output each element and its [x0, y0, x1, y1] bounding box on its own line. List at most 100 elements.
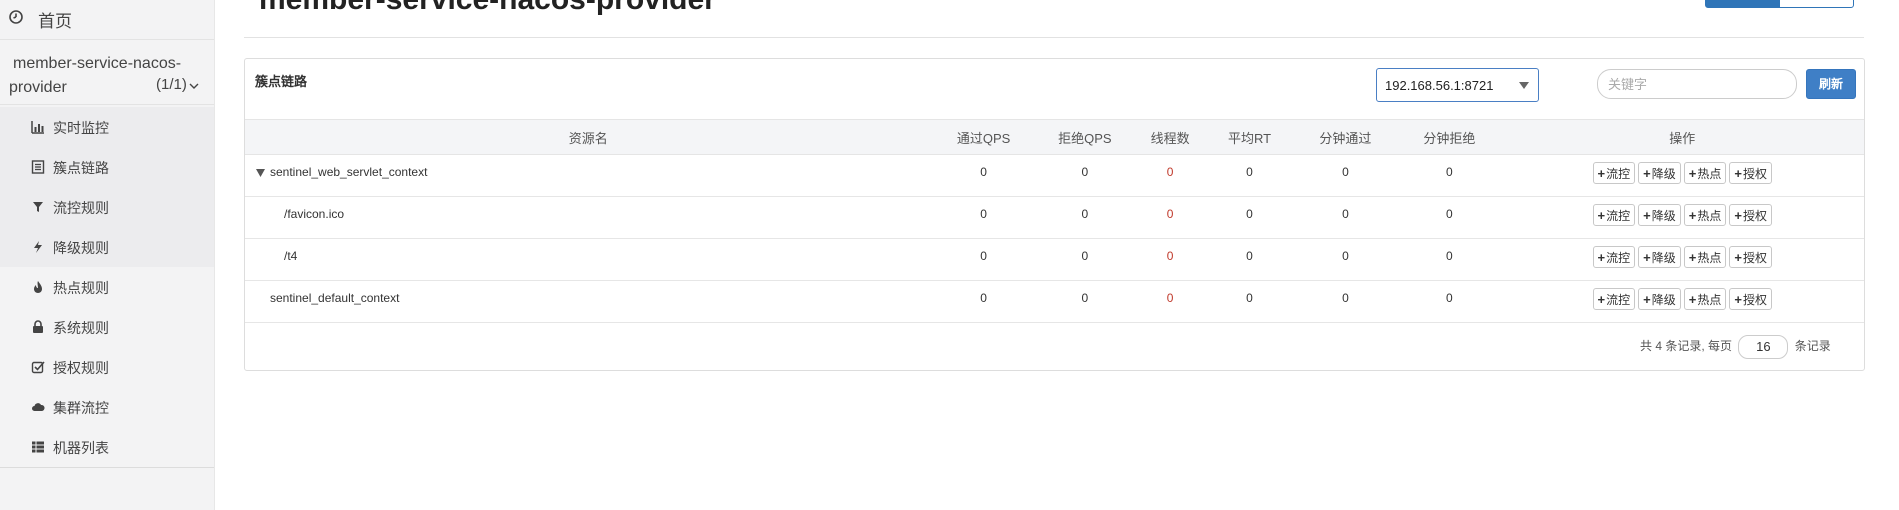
header-button-right[interactable] — [1779, 0, 1854, 8]
page-size-input[interactable]: 16 — [1738, 335, 1789, 359]
header-divider — [244, 37, 1864, 38]
block-qps: 0 — [1081, 291, 1089, 305]
avg-rt: 0 — [1246, 249, 1253, 263]
avg-rt: 0 — [1246, 165, 1253, 179]
plus-icon: + — [1643, 291, 1651, 307]
sidebar-item-label: 热点规则 — [53, 280, 109, 296]
resource-table: 资源名 通过QPS 拒绝QPS 线程数 平均RT 分钟通过 分钟拒绝 操作 se… — [245, 119, 1864, 323]
flow-rule-button[interactable]: + 流控 — [1592, 204, 1636, 226]
flow-rule-button[interactable]: + 流控 — [1592, 162, 1636, 184]
block-qps: 0 — [1081, 165, 1089, 179]
op-label: 授权 — [1742, 292, 1767, 307]
minute-block: 0 — [1446, 207, 1453, 221]
machine-select-value: 192.168.56.1:8721 — [1385, 78, 1494, 93]
minute-pass: 0 — [1342, 165, 1349, 179]
degrade-rule-button[interactable]: + 降级 — [1638, 204, 1681, 226]
hotspot-rule-button[interactable]: + 热点 — [1683, 246, 1727, 268]
fire-icon — [34, 281, 42, 293]
sidebar-item-flow-rules[interactable]: 流控规则 — [0, 187, 214, 227]
sidebar: 首页 member-service-nacos- provider (1/1) … — [0, 0, 215, 510]
tree-collapse-icon[interactable] — [256, 168, 265, 177]
op-label: 流控 — [1606, 166, 1631, 181]
plus-icon: + — [1597, 291, 1606, 307]
sidebar-item-label: 降级规则 — [53, 240, 109, 256]
sidebar-item-home[interactable]: 首页 — [0, 0, 214, 40]
plus-icon: + — [1688, 207, 1697, 223]
sidebar-item-label: 授权规则 — [53, 360, 109, 376]
plus-icon: + — [1688, 165, 1697, 181]
op-label: 降级 — [1651, 208, 1676, 223]
ops-cell: + 流控 + 降级 + 热点 + 授权 — [1501, 239, 1865, 281]
auth-rule-button[interactable]: + 授权 — [1729, 246, 1772, 268]
hotspot-rule-button[interactable]: + 热点 — [1683, 204, 1727, 226]
avg-rt: 0 — [1246, 207, 1253, 221]
resource-name: sentinel_default_context — [270, 291, 400, 305]
op-label: 热点 — [1697, 166, 1722, 181]
column-header: 分钟拒绝 — [1423, 130, 1476, 146]
sidebar-divider — [0, 467, 214, 468]
sidebar-item-label: 流控规则 — [53, 200, 109, 216]
bolt-icon — [34, 241, 42, 253]
op-label: 流控 — [1606, 250, 1631, 265]
op-label: 授权 — [1742, 166, 1767, 181]
machine-select[interactable]: 192.168.56.1:8721 — [1376, 68, 1539, 102]
hotspot-rule-button[interactable]: + 热点 — [1683, 288, 1727, 310]
column-header: 操作 — [1669, 130, 1696, 146]
keyword-search-input[interactable] — [1597, 69, 1797, 99]
thread-count: 0 — [1166, 291, 1174, 305]
sidebar-item-realtime[interactable]: 实时监控 — [0, 107, 214, 147]
ops-group: + 流控 + 降级 + 热点 + 授权 — [1592, 288, 1772, 310]
list-icon — [31, 160, 45, 174]
plus-icon: + — [1734, 165, 1742, 181]
auth-rule-button[interactable]: + 授权 — [1729, 204, 1772, 226]
auth-rule-button[interactable]: + 授权 — [1729, 288, 1772, 310]
caret-down-icon — [1519, 82, 1529, 89]
flow-rule-button[interactable]: + 流控 — [1592, 246, 1636, 268]
hotspot-rule-button[interactable]: + 热点 — [1683, 162, 1727, 184]
cloud-icon — [32, 403, 45, 411]
degrade-rule-button[interactable]: + 降级 — [1638, 288, 1681, 310]
page-title: member-service-nacos-provider — [259, 0, 716, 17]
panel-title: 簇点链路 — [255, 74, 308, 89]
sidebar-item-cluster-flow[interactable]: 集群流控 — [0, 387, 214, 427]
app-name-line2: provider — [9, 79, 67, 96]
sidebar-item-cluster-link[interactable]: 簇点链路 — [0, 147, 214, 187]
plus-icon: + — [1597, 207, 1606, 223]
sidebar-item-degrade-rules[interactable]: 降级规则 — [0, 227, 214, 267]
sidebar-item-label: 簇点链路 — [53, 160, 109, 176]
app-toggle[interactable]: member-service-nacos- provider (1/1) — [0, 41, 214, 105]
pass-qps: 0 — [980, 249, 987, 263]
header-button-left[interactable] — [1705, 0, 1780, 8]
chevron-down-icon — [189, 83, 199, 89]
column-header: 分钟通过 — [1319, 130, 1372, 146]
refresh-button[interactable]: 刷新 — [1806, 69, 1856, 99]
pagination-total: 共 4 条记录, 每页 — [1640, 339, 1733, 354]
degrade-rule-button[interactable]: + 降级 — [1638, 246, 1681, 268]
pagination-suffix: 条记录 — [1794, 339, 1831, 354]
plus-icon: + — [1597, 249, 1606, 265]
op-label: 降级 — [1651, 166, 1676, 181]
resource-name: /favicon.ico — [284, 207, 345, 221]
plus-icon: + — [1643, 207, 1651, 223]
plus-icon: + — [1688, 249, 1697, 265]
sidebar-item-auth-rules[interactable]: 授权规则 — [0, 347, 214, 387]
minute-pass: 0 — [1342, 249, 1349, 263]
plus-icon: + — [1734, 207, 1742, 223]
degrade-rule-button[interactable]: + 降级 — [1638, 162, 1681, 184]
minute-pass: 0 — [1342, 207, 1349, 221]
home-label: 首页 — [38, 12, 72, 31]
sidebar-item-system-rules[interactable]: 系统规则 — [0, 307, 214, 347]
op-label: 流控 — [1606, 292, 1631, 307]
plus-icon: + — [1643, 249, 1651, 265]
auth-rule-button[interactable]: + 授权 — [1729, 162, 1772, 184]
flow-rule-button[interactable]: + 流控 — [1592, 288, 1636, 310]
minute-block: 0 — [1446, 249, 1453, 263]
resource-panel: 簇点链路 192.168.56.1:8721 刷新 资源名 通过QPS 拒绝QP… — [244, 58, 1865, 371]
sidebar-item-machines[interactable]: 机器列表 — [0, 427, 214, 467]
sidebar-item-hotspot-rules[interactable]: 热点规则 — [0, 267, 214, 307]
plus-icon: + — [1597, 165, 1606, 181]
op-label: 热点 — [1697, 292, 1722, 307]
th-list-icon — [32, 441, 44, 453]
op-label: 热点 — [1697, 208, 1722, 223]
dashboard-icon — [9, 10, 23, 24]
